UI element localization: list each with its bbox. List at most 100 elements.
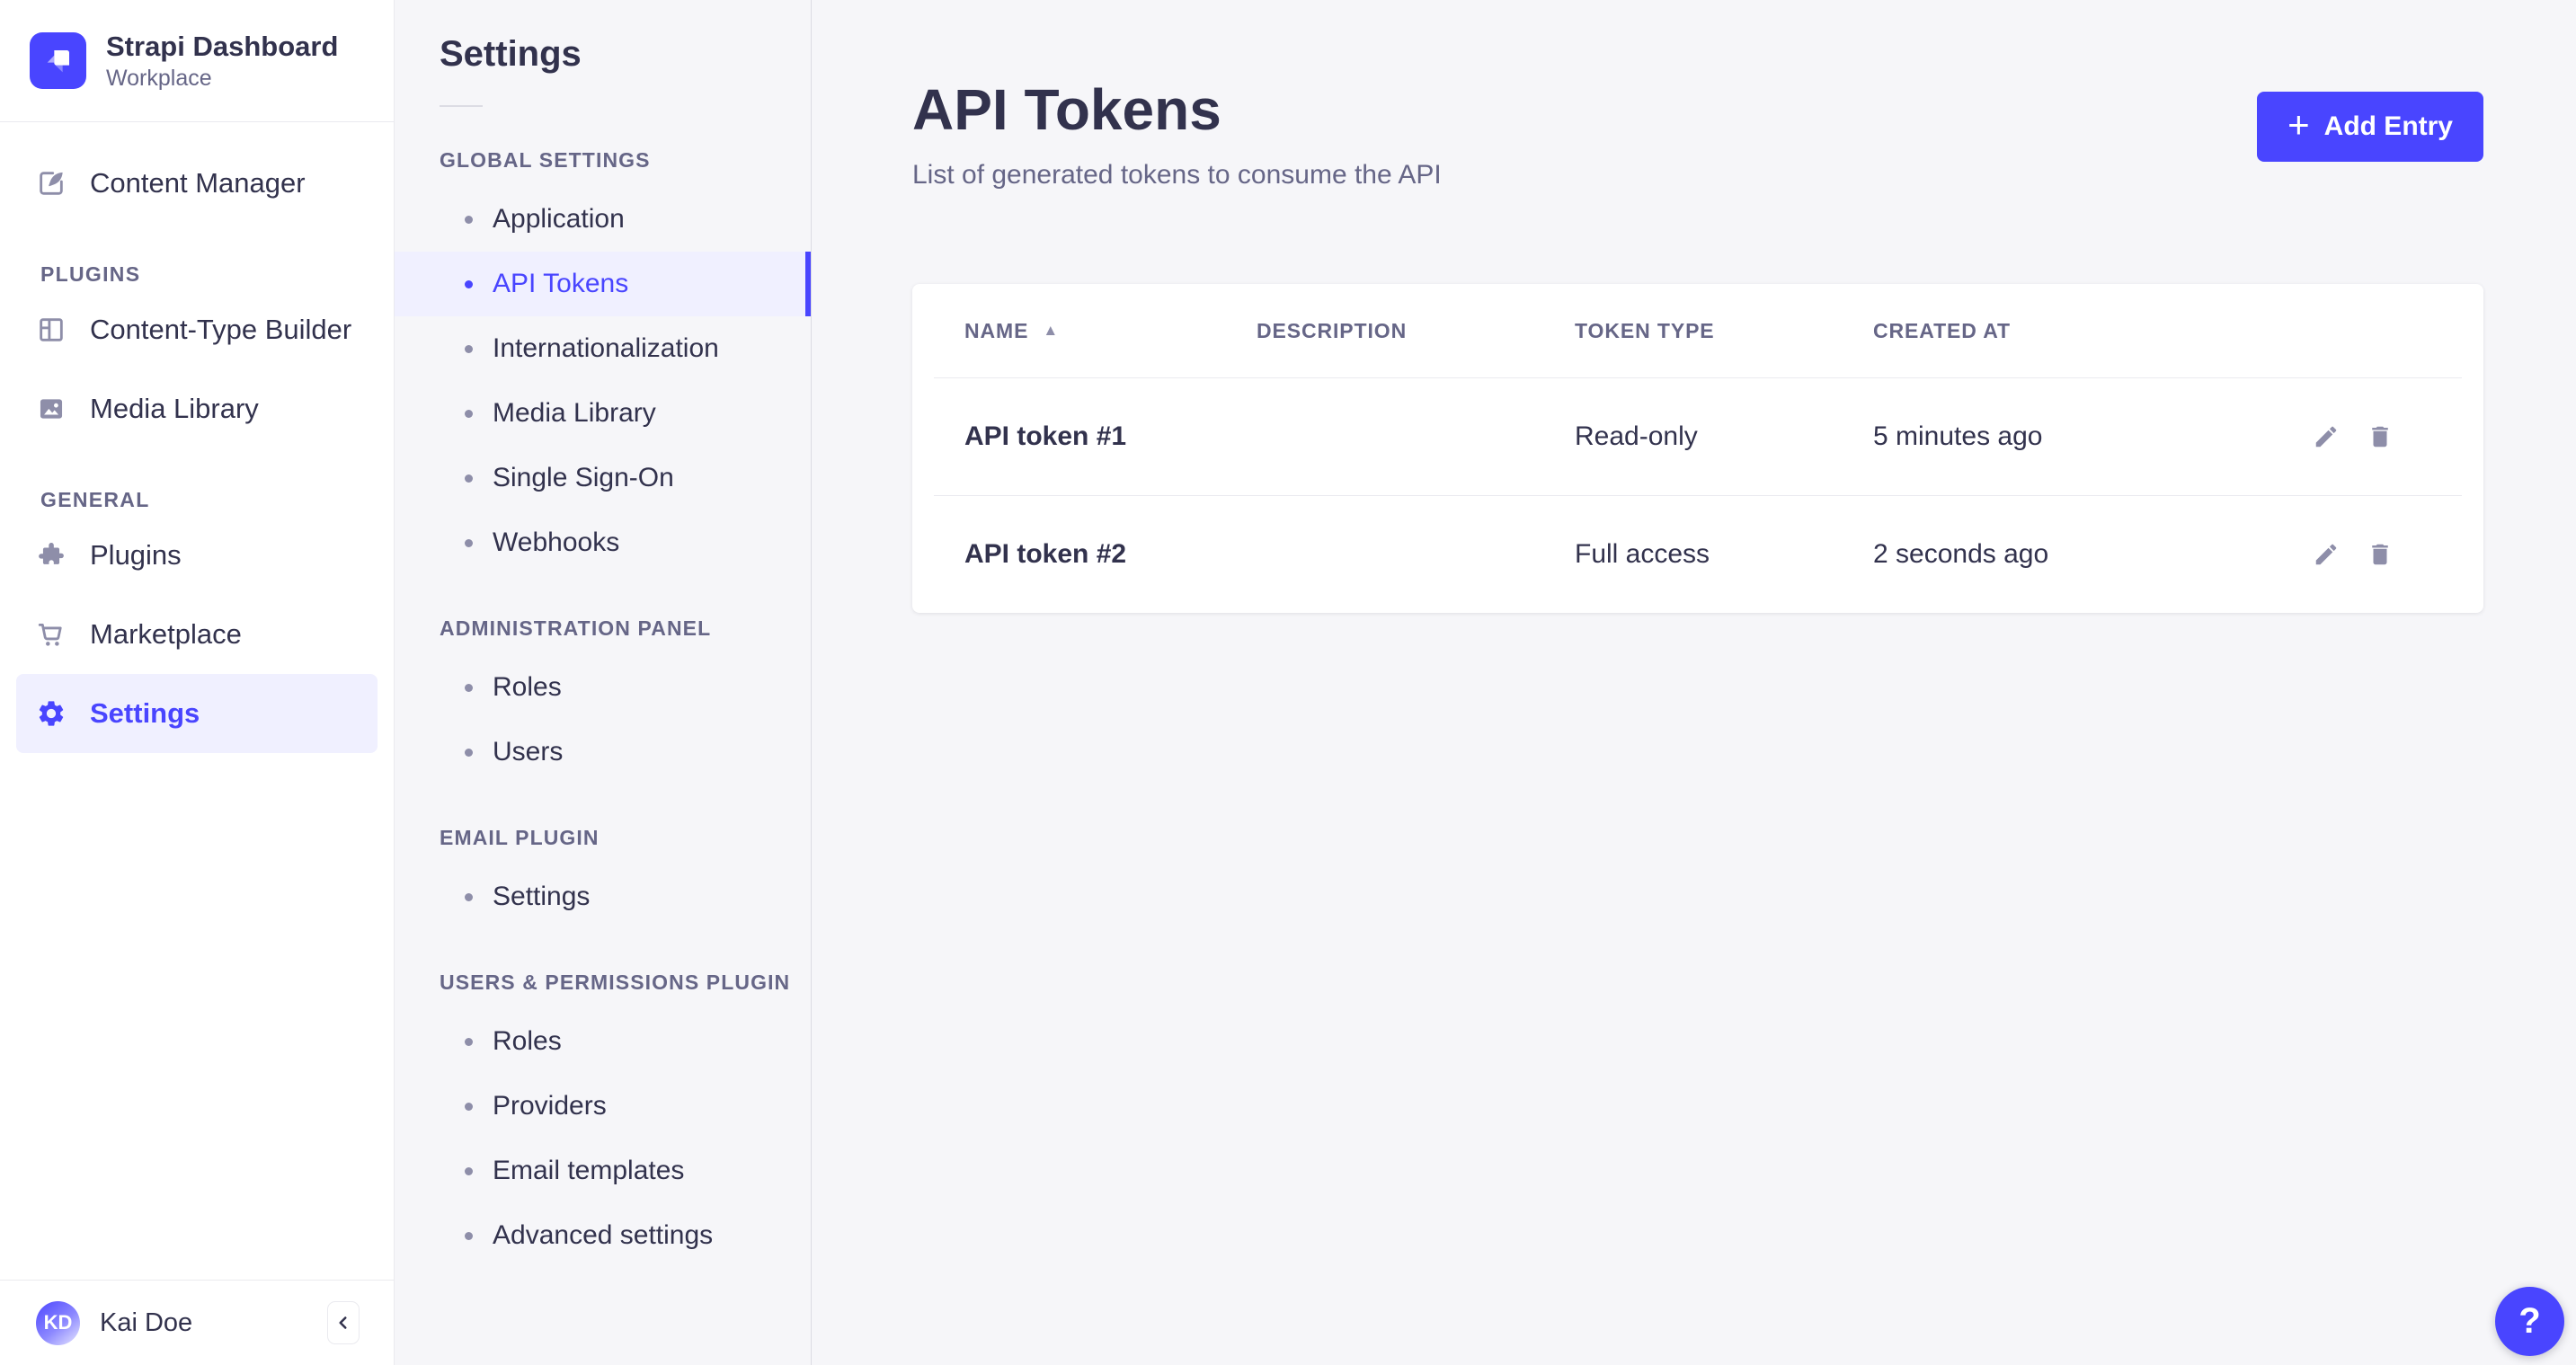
token-type-cell: Read-only (1575, 421, 1873, 452)
sidebar-item-label: Plugins (90, 539, 182, 572)
puzzle-icon (36, 540, 67, 571)
delete-button[interactable] (2363, 537, 2397, 572)
tokens-table: NAME▲DESCRIPTION TOKEN TYPECREATED AT API… (912, 284, 2483, 613)
brand-block[interactable]: Strapi Dashboard Workplace (0, 0, 394, 122)
row-actions (2305, 420, 2483, 454)
question-icon: ? (2518, 1301, 2540, 1342)
app-title: Strapi Dashboard (106, 30, 338, 63)
column-header-token-type: TOKEN TYPE (1575, 319, 1873, 343)
bullet-icon (465, 474, 473, 483)
column-header-description: DESCRIPTION (1257, 319, 1575, 343)
settings-nav-item-label: Users (493, 737, 563, 767)
main-nav: Content Manager PLUGINS Content-Type Build… (0, 122, 394, 1280)
settings-nav-item-users[interactable]: Users (395, 720, 811, 784)
name-cell: API token #2 (912, 539, 1257, 570)
settings-nav-item-settings[interactable]: Settings (395, 864, 811, 929)
settings-nav-item-label: Media Library (493, 398, 656, 429)
settings-nav-item-label: API Tokens (493, 269, 628, 299)
created-at-cell: 5 minutes ago (1873, 421, 2305, 452)
settings-nav-item-webhooks[interactable]: Webhooks (395, 510, 811, 575)
settings-nav-sections: GLOBAL SETTINGS Application API Tokens Inte… (395, 148, 811, 1268)
brand-text: Strapi Dashboard Workplace (106, 30, 338, 92)
sidebar-section-label: PLUGINS (40, 262, 378, 287)
name-cell: API token #1 (912, 421, 1257, 452)
avatar: KD (36, 1301, 80, 1345)
settings-subnav: Settings GLOBAL SETTINGS Application API T… (395, 0, 812, 1365)
bullet-icon (465, 345, 473, 353)
settings-nav-item-roles[interactable]: Roles (395, 1009, 811, 1074)
feather-icon (36, 168, 67, 199)
column-header-name[interactable]: NAME▲ (912, 319, 1257, 343)
bullet-icon (465, 749, 473, 757)
collapse-sidebar-button[interactable] (327, 1301, 360, 1344)
settings-nav-item-roles[interactable]: Roles (395, 655, 811, 720)
settings-nav-item-advanced-settings[interactable]: Advanced settings (395, 1203, 811, 1268)
delete-button[interactable] (2363, 420, 2397, 454)
settings-section-label: EMAIL PLUGIN (440, 826, 811, 850)
settings-nav-item-application[interactable]: Application (395, 187, 811, 252)
bullet-icon (465, 684, 473, 692)
settings-nav-item-label: Settings (493, 882, 590, 912)
sidebar-item-content-manager[interactable]: Content Manager (16, 144, 378, 223)
column-header-label: DESCRIPTION (1257, 319, 1407, 343)
main-content: API Tokens List of generated tokens to c… (812, 0, 2576, 1365)
main-sidebar: Strapi Dashboard Workplace Content Manag… (0, 0, 395, 1365)
settings-nav-item-label: Application (493, 204, 625, 235)
settings-nav-item-label: Roles (493, 672, 562, 703)
plus-icon: + (2287, 106, 2310, 144)
sidebar-section-label: GENERAL (40, 488, 378, 512)
tokens-table-header: NAME▲DESCRIPTION TOKEN TYPECREATED AT (912, 284, 2483, 377)
sidebar-item-label: Settings (90, 697, 200, 730)
cart-icon (36, 619, 67, 650)
sidebar-item-label: Media Library (90, 393, 259, 425)
settings-section-label: ADMINISTRATION PANEL (440, 616, 811, 641)
settings-nav-item-label: Single Sign-On (493, 463, 674, 493)
edit-button[interactable] (2309, 537, 2343, 572)
tokens-table-body: API token #1Read-only5 minutes agoAPI to… (912, 377, 2483, 613)
settings-title: Settings (440, 34, 811, 75)
bullet-icon (465, 1232, 473, 1240)
settings-nav-item-label: Providers (493, 1091, 607, 1121)
sidebar-item-plugins[interactable]: Plugins (16, 516, 378, 595)
settings-nav-item-label: Advanced settings (493, 1220, 713, 1251)
settings-title-divider (440, 105, 483, 107)
settings-section-label: GLOBAL SETTINGS (440, 148, 811, 173)
table-row: API token #1 Read-only5 minutes ago (912, 378, 2483, 495)
sidebar-item-label: Content-Type Builder (90, 314, 351, 346)
column-header-created-at: CREATED AT (1873, 319, 2305, 343)
settings-nav-item-email-templates[interactable]: Email templates (395, 1139, 811, 1203)
page-title: API Tokens (912, 81, 1442, 138)
settings-nav-item-label: Internationalization (493, 333, 719, 364)
chevron-left-icon (334, 1314, 352, 1332)
sidebar-item-marketplace[interactable]: Marketplace (16, 595, 378, 674)
sidebar-item-content-type-builder[interactable]: Content-Type Builder (16, 290, 378, 369)
sidebar-item-settings[interactable]: Settings (16, 674, 378, 753)
page-subtitle: List of generated tokens to consume the … (912, 160, 1442, 191)
bullet-icon (465, 1167, 473, 1175)
strapi-logo (30, 32, 86, 89)
table-row: API token #2 Full access2 seconds ago (912, 496, 2483, 613)
bullet-icon (465, 893, 473, 901)
settings-nav-item-label: Webhooks (493, 527, 619, 558)
user-name: Kai Doe (100, 1308, 192, 1338)
edit-button[interactable] (2309, 420, 2343, 454)
settings-nav-item-single-sign-on[interactable]: Single Sign-On (395, 446, 811, 510)
settings-nav-item-internationalization[interactable]: Internationalization (395, 316, 811, 381)
bullet-icon (465, 410, 473, 418)
sidebar-item-media-library[interactable]: Media Library (16, 369, 378, 448)
workspace-name: Workplace (106, 66, 338, 92)
settings-nav-item-api-tokens[interactable]: API Tokens (395, 252, 811, 316)
bullet-icon (465, 216, 473, 224)
page: Strapi Dashboard Workplace Content Manag… (0, 0, 2576, 1365)
column-header-label: NAME (964, 319, 1028, 343)
token-type-cell: Full access (1575, 539, 1873, 570)
created-at-cell: 2 seconds ago (1873, 539, 2305, 570)
user-profile-row[interactable]: KD Kai Doe (0, 1280, 394, 1365)
sidebar-item-label: Content Manager (90, 167, 306, 199)
add-entry-button[interactable]: + Add Entry (2257, 92, 2483, 162)
help-button[interactable]: ? (2495, 1287, 2564, 1356)
image-icon (36, 394, 67, 424)
settings-nav-item-media-library[interactable]: Media Library (395, 381, 811, 446)
settings-nav-item-label: Roles (493, 1026, 562, 1057)
settings-nav-item-providers[interactable]: Providers (395, 1074, 811, 1139)
